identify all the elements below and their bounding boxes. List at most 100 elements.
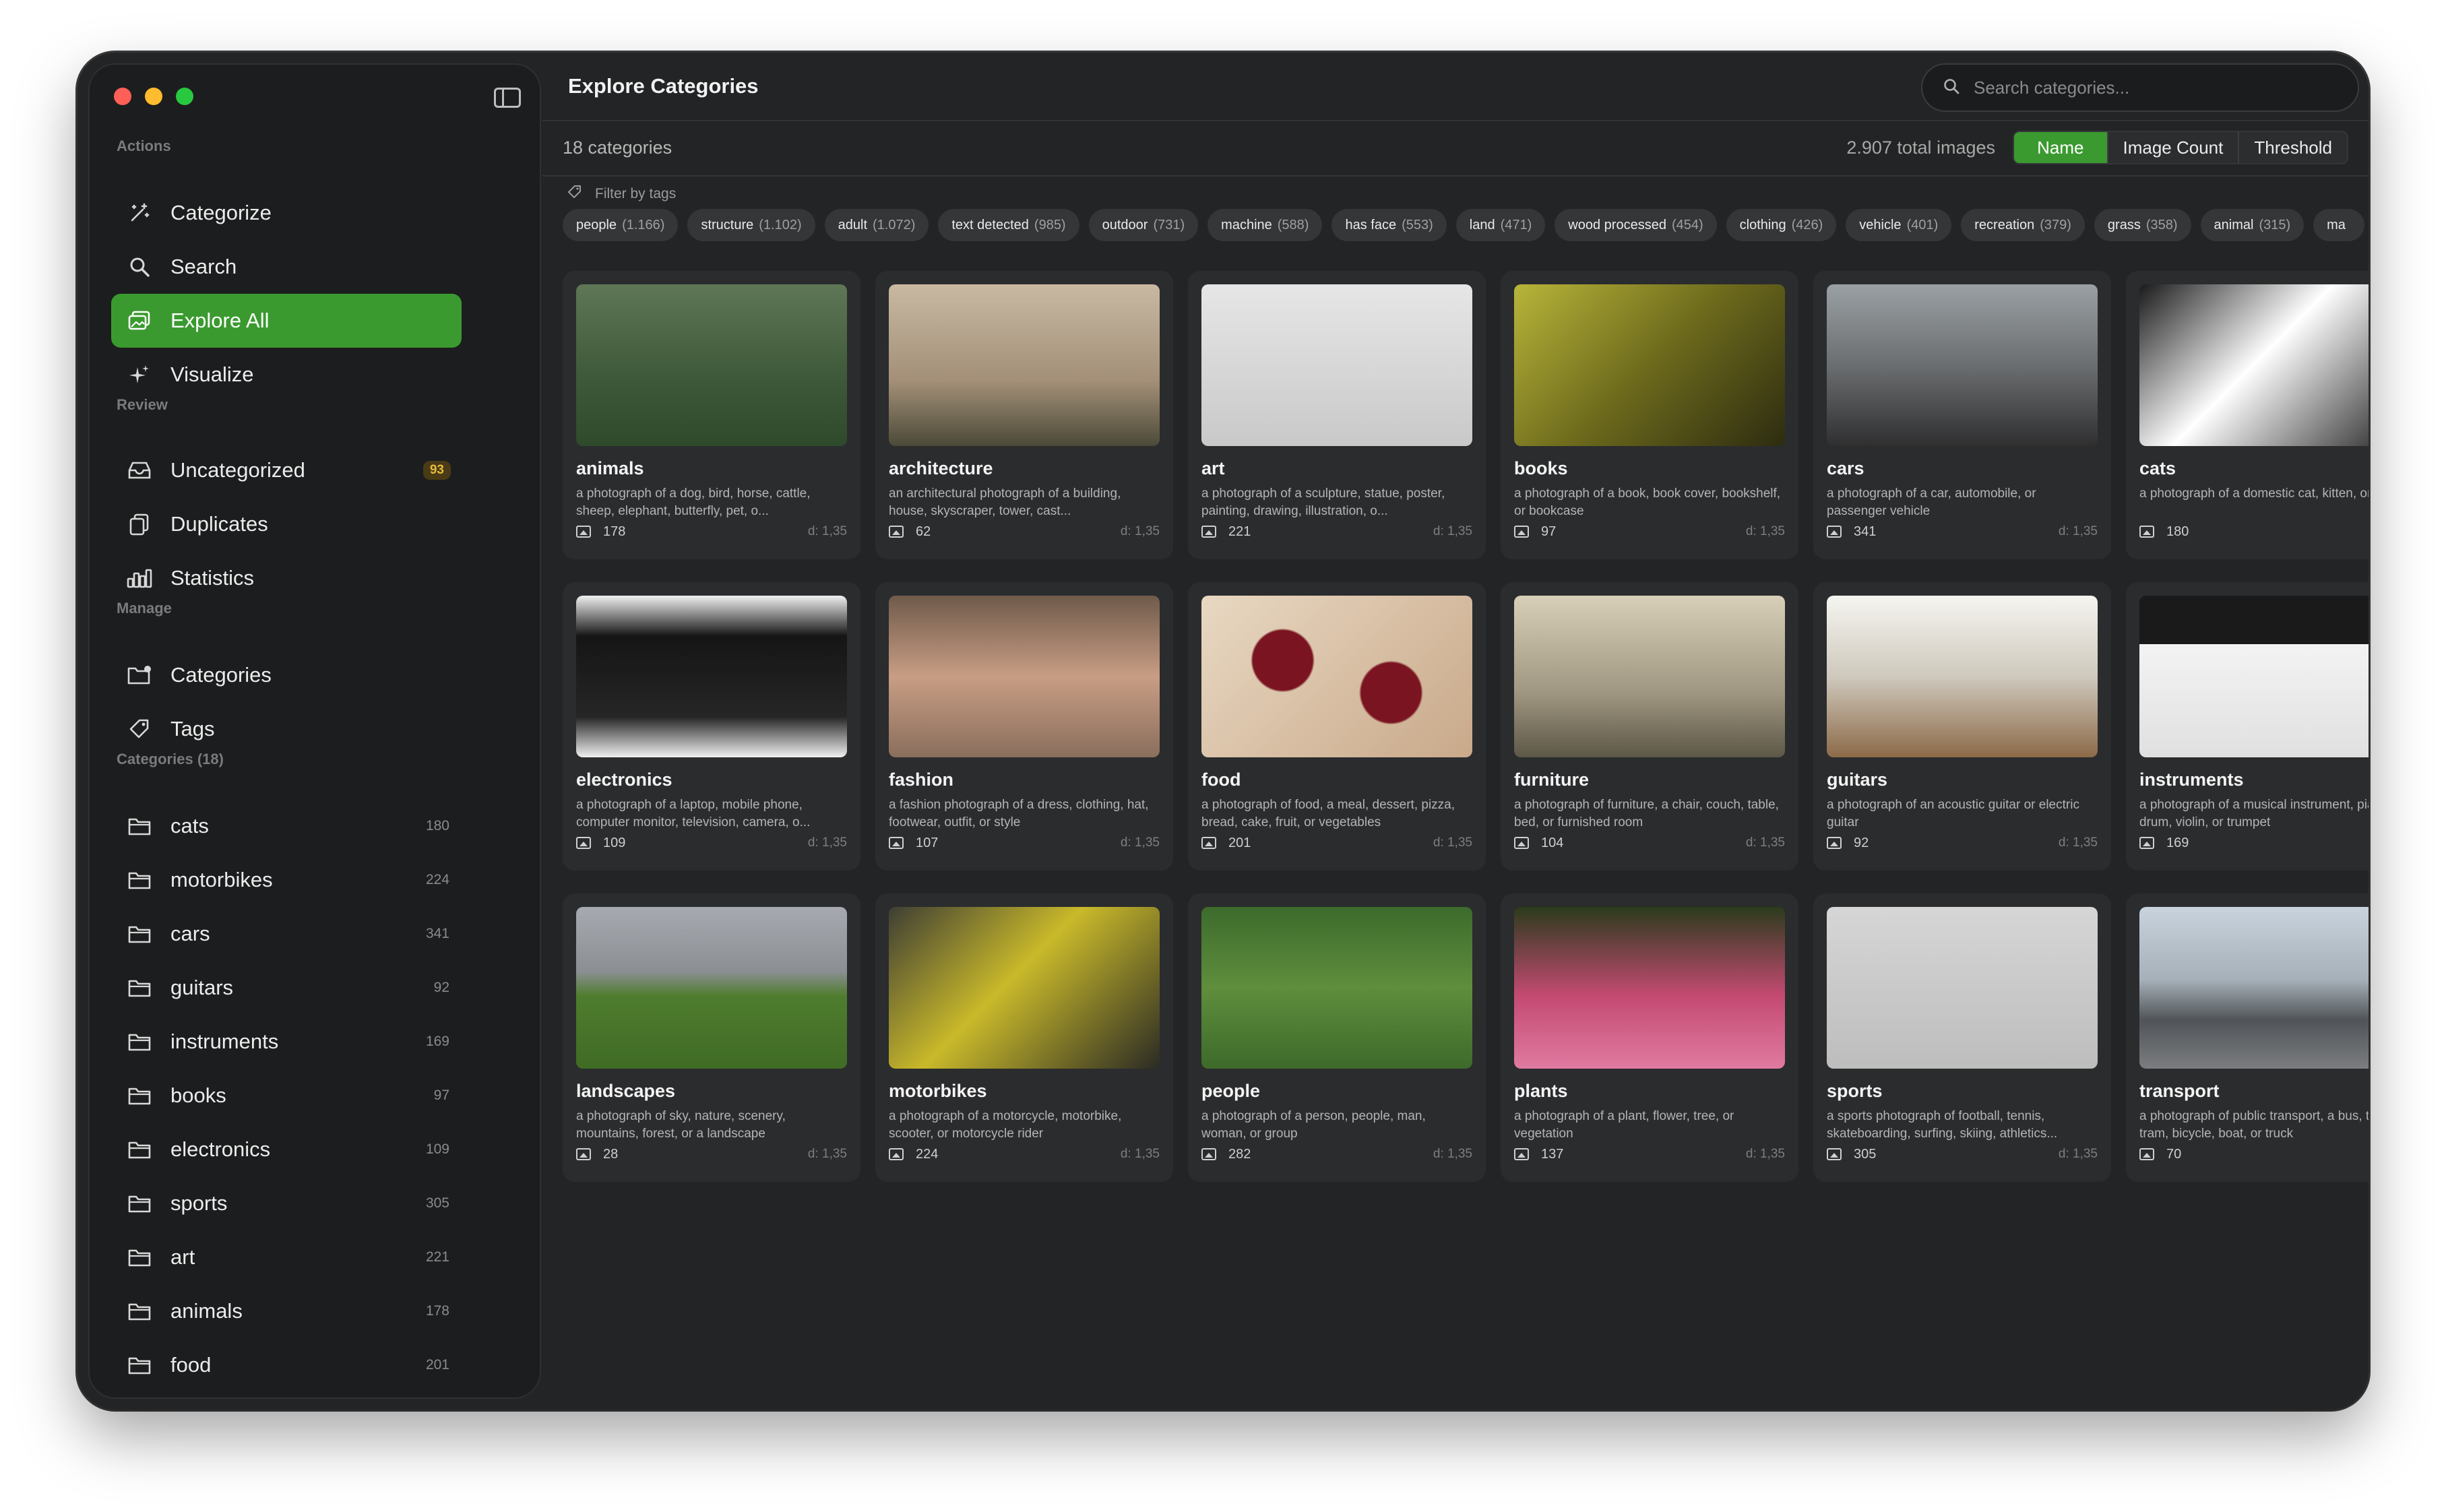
sidebar-category-food[interactable]: food 201 — [111, 1338, 462, 1392]
tag-filter-chip[interactable]: adult (1.072) — [824, 209, 929, 241]
tag-filter-chip[interactable]: land (471) — [1455, 209, 1546, 241]
tag-filter-chip[interactable]: grass (358) — [2094, 209, 2191, 241]
sort-by-image-count-button[interactable]: Image Count — [2108, 132, 2240, 163]
tag-filter-chip[interactable]: animal (315) — [2200, 209, 2304, 241]
category-card-sports[interactable]: sports a sports photograph of football, t… — [1813, 893, 2111, 1182]
nav-statistics[interactable]: Statistics — [111, 551, 462, 605]
tag-name: clothing — [1739, 217, 1786, 232]
tag-filter-chip[interactable]: clothing (426) — [1726, 209, 1837, 241]
tag-filter-chip[interactable]: text detected (985) — [938, 209, 1079, 241]
card-distance: d: 1,35 — [1745, 524, 1785, 538]
category-card-furniture[interactable]: furniture a photograph of furniture, a ch… — [1501, 582, 1798, 871]
card-description: a photograph of a laptop, mobile phone, … — [576, 798, 811, 829]
close-window-button[interactable] — [114, 88, 131, 105]
category-card-cats[interactable]: cats a photograph of a domestic cat, kitt… — [2126, 271, 2369, 559]
category-card-food[interactable]: food a photograph of food, a meal, desser… — [1188, 582, 1486, 871]
category-card-art[interactable]: art a photograph of a sculpture, statue, … — [1188, 271, 1486, 559]
card-title: motorbikes — [889, 1081, 987, 1101]
nav-categorize[interactable]: Categorize — [111, 186, 462, 240]
tag-filter-chip[interactable]: wood processed (454) — [1555, 209, 1717, 241]
magnifier-icon — [126, 253, 153, 280]
sidebar-category-art[interactable]: art 221 — [111, 1230, 462, 1284]
sidebar-category-cars[interactable]: cars 341 — [111, 907, 462, 961]
nav-label: Statistics — [170, 566, 255, 590]
sort-by-name-button[interactable]: Name — [2014, 132, 2108, 163]
category-label: cats — [170, 814, 209, 838]
category-card-people[interactable]: people a photograph of a person, people, … — [1188, 893, 1486, 1182]
category-card-guitars[interactable]: guitars a photograph of an acoustic guita… — [1813, 582, 2111, 871]
category-card-transport[interactable]: transport a photograph of public transpor… — [2126, 893, 2369, 1182]
card-meta: 221 d: 1,35 — [1201, 522, 1472, 542]
category-label: guitars — [170, 976, 234, 999]
category-label: food — [170, 1353, 212, 1377]
nav-duplicates[interactable]: Duplicates — [111, 497, 462, 551]
card-meta: 224 d: 1,35 — [889, 1144, 1160, 1164]
tag-filter-chip[interactable]: ma — [2313, 209, 2364, 241]
nav-visualize[interactable]: Visualize — [111, 348, 462, 402]
folder-icon — [126, 1082, 153, 1109]
category-card-motorbikes[interactable]: motorbikes a photograph of a motorcycle, … — [875, 893, 1173, 1182]
category-count: 305 — [425, 1195, 449, 1211]
category-card-instruments[interactable]: instruments a photograph of a musical ins… — [2126, 582, 2369, 871]
nav-search[interactable]: Search — [111, 240, 462, 294]
sidebar-category-sports[interactable]: sports 305 — [111, 1176, 462, 1230]
card-image-count: 224 — [916, 1146, 939, 1162]
nav-tags[interactable]: Tags — [111, 702, 462, 756]
sidebar-category-motorbikes[interactable]: motorbikes 224 — [111, 853, 462, 907]
sidebar-category-cats[interactable]: cats 180 — [111, 799, 462, 853]
folder-icon — [126, 867, 153, 893]
sidebar-category-animals[interactable]: animals 178 — [111, 1284, 462, 1338]
nav-label: Explore All — [170, 309, 270, 332]
card-description: a photograph of a dog, bird, horse, catt… — [576, 486, 811, 518]
tag-filter-chip[interactable]: outdoor (731) — [1088, 209, 1199, 241]
sidebar: Actions Categorize Search Explore All Vi… — [88, 63, 541, 1399]
thumbnail-piano-image — [2139, 596, 2369, 757]
category-card-landscapes[interactable]: landscapes a photograph of sky, nature, s… — [563, 893, 860, 1182]
image-icon — [1827, 1148, 1842, 1160]
tag-filter-chip[interactable]: has face (553) — [1331, 209, 1447, 241]
thumbnail-tower-image — [889, 284, 1160, 446]
category-card-fashion[interactable]: fashion a fashion photograph of a dress, … — [875, 582, 1173, 871]
search-field[interactable] — [1921, 63, 2359, 112]
category-card-plants[interactable]: plants a photograph of a plant, flower, t… — [1501, 893, 1798, 1182]
nav-explore-all[interactable]: Explore All — [111, 294, 462, 348]
sidebar-category-books[interactable]: books 97 — [111, 1069, 462, 1123]
sort-by-threshold-button[interactable]: Threshold — [2239, 132, 2347, 163]
tag-filter-chip[interactable]: structure (1.102) — [687, 209, 815, 241]
tag-filter-chip[interactable]: recreation (379) — [1961, 209, 2085, 241]
sidebar-category-electronics[interactable]: electronics 109 — [111, 1123, 462, 1176]
nav-categories[interactable]: Categories — [111, 648, 462, 702]
folder-icon — [126, 1244, 153, 1271]
tag-filter-chip[interactable]: vehicle (401) — [1846, 209, 1952, 241]
nav-uncategorized[interactable]: Uncategorized 93 — [111, 443, 462, 497]
search-input[interactable] — [1974, 77, 2338, 98]
minimize-window-button[interactable] — [145, 88, 162, 105]
sidebar-category-furniture[interactable]: furniture104 — [111, 1392, 462, 1397]
sidebar-category-guitars[interactable]: guitars 92 — [111, 961, 462, 1015]
tag-name: has face — [1345, 217, 1397, 232]
search-icon — [1943, 77, 1960, 98]
image-icon — [2139, 1148, 2154, 1160]
card-image-count: 341 — [1854, 524, 1877, 539]
card-image-count: 305 — [1854, 1146, 1877, 1162]
zoom-window-button[interactable] — [176, 88, 193, 105]
image-icon — [2139, 526, 2154, 538]
category-card-electronics[interactable]: electronics a photograph of a laptop, mob… — [563, 582, 860, 871]
tag-filter-chip[interactable]: people (1.166) — [563, 209, 679, 241]
sparkle-icon — [126, 361, 153, 388]
tag-count: (1.166) — [622, 217, 665, 232]
tag-filter-chip[interactable]: machine (588) — [1208, 209, 1323, 241]
card-title: instruments — [2139, 769, 2244, 790]
image-icon — [1827, 837, 1842, 849]
card-title: architecture — [889, 458, 993, 478]
category-card-cars[interactable]: cars a photograph of a car, automobile, o… — [1813, 271, 2111, 559]
card-meta: 92 d: 1,35 — [1827, 833, 2098, 853]
category-label: cars — [170, 922, 210, 945]
category-card-architecture[interactable]: architecture an architectural photograph … — [875, 271, 1173, 559]
category-card-animals[interactable]: animals a photograph of a dog, bird, hors… — [563, 271, 860, 559]
sidebar-toggle-icon[interactable] — [494, 88, 521, 108]
category-card-books[interactable]: books a photograph of a book, book cover,… — [1501, 271, 1798, 559]
sidebar-category-instruments[interactable]: instruments 169 — [111, 1015, 462, 1069]
thumbnail-pizza-image — [1201, 596, 1472, 757]
card-image-count: 137 — [1541, 1146, 1564, 1162]
